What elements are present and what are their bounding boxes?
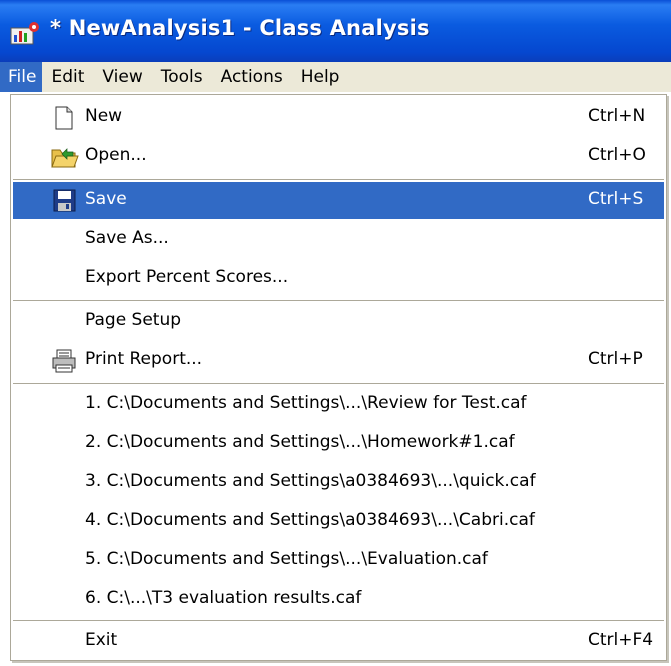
recent-file-item[interactable]: 6. C:\...\T3 evaluation results.caf xyxy=(13,581,664,618)
menu-item-label: Export Percent Scores... xyxy=(85,267,289,287)
menu-bar: File Edit View Tools Actions Help xyxy=(0,62,671,92)
recent-file-label: 2. C:\Documents and Settings\...\Homewor… xyxy=(85,432,515,452)
recent-file-item[interactable]: 2. C:\Documents and Settings\...\Homewor… xyxy=(13,425,664,462)
menu-tools[interactable]: Tools xyxy=(152,62,212,92)
menu-item-label: Page Setup xyxy=(85,310,182,330)
menu-help[interactable]: Help xyxy=(292,62,349,92)
menu-item-label: Open... xyxy=(85,145,147,165)
recent-file-label: 6. C:\...\T3 evaluation results.caf xyxy=(85,588,362,608)
recent-file-item[interactable]: 1. C:\Documents and Settings\...\Review … xyxy=(13,386,664,423)
menu-item-page-setup[interactable]: Page Setup xyxy=(13,303,664,340)
menu-item-label: Save xyxy=(85,189,127,209)
recent-file-item[interactable]: 5. C:\Documents and Settings\...\Evaluat… xyxy=(13,542,664,579)
recent-file-label: 4. C:\Documents and Settings\a0384693\..… xyxy=(85,510,535,530)
shortcut-label: Ctrl+P xyxy=(588,349,643,369)
file-menu-dropdown: New Ctrl+N Open... Ctrl+O Save Ctrl+S Sa xyxy=(10,94,667,661)
recent-file-item[interactable]: 3. C:\Documents and Settings\a0384693\..… xyxy=(13,464,664,501)
app-icon[interactable] xyxy=(10,20,40,46)
menu-item-export-percent-scores[interactable]: Export Percent Scores... xyxy=(13,260,664,297)
recent-file-item[interactable]: 4. C:\Documents and Settings\a0384693\..… xyxy=(13,503,664,540)
menu-edit[interactable]: Edit xyxy=(42,62,93,92)
shortcut-label: Ctrl+S xyxy=(588,189,644,209)
menu-separator xyxy=(13,383,664,384)
menu-item-label: Save As... xyxy=(85,228,169,248)
menu-separator xyxy=(13,300,664,301)
floppy-disk-icon xyxy=(51,189,77,213)
menu-separator xyxy=(13,179,664,180)
menu-item-label: Exit xyxy=(85,630,118,650)
shortcut-label: Ctrl+N xyxy=(588,106,646,126)
printer-icon xyxy=(51,349,77,373)
menu-separator xyxy=(13,620,664,621)
open-folder-icon xyxy=(51,145,79,169)
title-bar: * NewAnalysis1 - Class Analysis xyxy=(0,0,671,62)
menu-item-save[interactable]: Save Ctrl+S xyxy=(13,182,664,219)
new-document-icon xyxy=(51,106,77,130)
recent-file-label: 1. C:\Documents and Settings\...\Review … xyxy=(85,393,527,413)
window-title: * NewAnalysis1 - Class Analysis xyxy=(50,16,430,40)
menu-view[interactable]: View xyxy=(93,62,151,92)
shortcut-label: Ctrl+O xyxy=(588,145,646,165)
recent-file-label: 3. C:\Documents and Settings\a0384693\..… xyxy=(85,471,536,491)
menu-actions[interactable]: Actions xyxy=(212,62,292,92)
menu-item-label: Print Report... xyxy=(85,349,203,369)
shortcut-label: Ctrl+F4 xyxy=(588,630,654,650)
recent-file-label: 5. C:\Documents and Settings\...\Evaluat… xyxy=(85,549,488,569)
menu-item-print-report[interactable]: Print Report... Ctrl+P xyxy=(13,342,664,379)
menu-item-open[interactable]: Open... Ctrl+O xyxy=(13,138,664,175)
menu-item-new[interactable]: New Ctrl+N xyxy=(13,99,664,136)
menu-item-save-as[interactable]: Save As... xyxy=(13,221,664,258)
menu-item-exit[interactable]: Exit Ctrl+F4 xyxy=(13,623,664,660)
menu-item-label: New xyxy=(85,106,123,126)
menu-file[interactable]: File xyxy=(0,62,43,92)
